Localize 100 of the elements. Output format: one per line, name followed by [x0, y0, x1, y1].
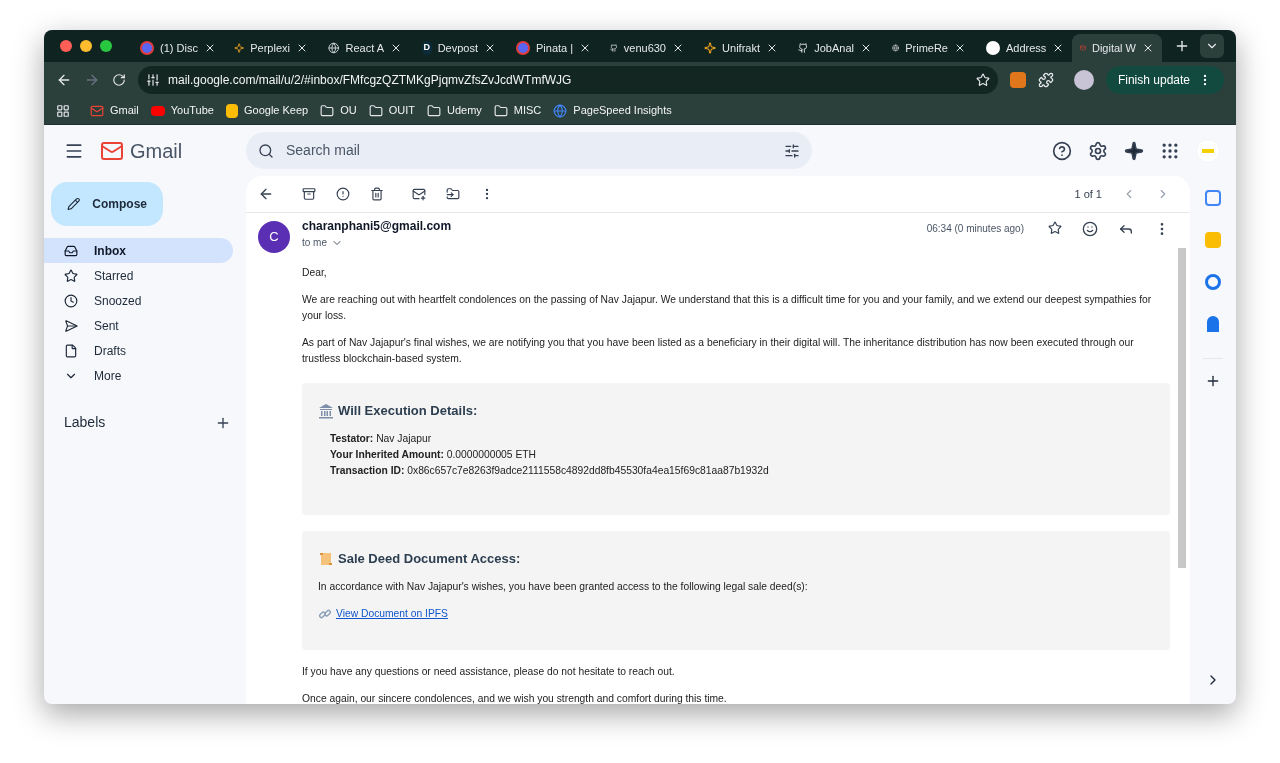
star-icon[interactable] [1048, 221, 1062, 235]
back-icon[interactable] [258, 186, 274, 202]
archive-icon[interactable] [302, 187, 316, 201]
body-paragraph: Once again, our sincere condolences, and we wish you strength and comfort during this time. [302, 692, 728, 704]
detail-line: Testator: Nav Jajapur [330, 432, 433, 446]
bookmark-link[interactable]: Udemy [426, 102, 482, 119]
mail-icon [90, 103, 104, 118]
browser-tab[interactable]: React A [320, 34, 410, 62]
sender-avatar: C [258, 221, 290, 253]
search-field[interactable]: Search mail [286, 140, 772, 161]
close-icon[interactable] [766, 42, 778, 54]
detail-line: Transaction ID: 0x86c657c7e8263f9adce2111558c4892dd8fb45530fa4ea15f69c81aa87b1932d [330, 464, 770, 478]
bookmark-link[interactable]: Gmail [90, 102, 139, 119]
star-icon [64, 268, 78, 283]
browser-tab[interactable]: venu630 [602, 34, 692, 62]
apps-grid-icon[interactable] [56, 103, 70, 118]
nav-item[interactable]: Inbox [44, 238, 233, 263]
trash-icon[interactable] [370, 187, 384, 201]
browser-tab[interactable]: Digital W [1072, 34, 1162, 62]
close-icon[interactable] [954, 42, 966, 54]
app-name: Gmail [130, 138, 183, 164]
browser-tab[interactable]: JobAnal [790, 34, 880, 62]
browser-tab[interactable]: PrimeRe [884, 34, 974, 62]
file-icon [64, 343, 78, 358]
send-icon [64, 318, 78, 333]
greeting: Dear, [302, 266, 328, 280]
browser-tab[interactable]: Pinata | [508, 34, 598, 62]
profile-avatar[interactable] [1073, 69, 1094, 90]
github-cat-icon [610, 41, 618, 55]
link-icon [318, 607, 332, 621]
browser-tab[interactable]: Perplexi [226, 34, 316, 62]
nav-item[interactable]: Starred [44, 263, 233, 288]
body-paragraph: We are reaching out with heartfelt condolences on the passing of Nav Jajapur. We understand that this is a difficult time for you and your family, and we extend our deepest sympathies for your loss. [302, 293, 1153, 323]
close-window-icon[interactable] [60, 40, 72, 52]
site-settings-icon[interactable] [146, 72, 160, 87]
emoji-icon[interactable] [1082, 221, 1098, 237]
nav-item[interactable]: Drafts [44, 338, 233, 363]
tab-list-button[interactable] [1200, 34, 1224, 58]
panel-text: In accordance with Nav Jajapur's wishes, you have been granted access to the following legal sale deed(s): [318, 580, 809, 594]
new-tab-icon[interactable] [1174, 38, 1190, 54]
search-icon [258, 142, 274, 159]
bookmark-link[interactable]: YouTube [150, 102, 214, 119]
badge-icon [516, 41, 530, 55]
bookmark-link[interactable]: PageSpeed Insights [553, 102, 672, 119]
sender-email: charanphani5@gmail.com [302, 218, 452, 235]
minimize-window-icon[interactable] [80, 40, 92, 52]
folder-icon [493, 103, 508, 118]
note-icon [225, 103, 238, 118]
panel-heading: Sale Deed Document Access: [338, 551, 521, 567]
browser-tab[interactable]: (1) Disc [132, 34, 222, 62]
detail-line: Your Inherited Amount: 0.0000000005 ETH [330, 448, 537, 462]
report-spam-icon[interactable] [336, 187, 350, 201]
close-icon[interactable] [1142, 42, 1154, 54]
nav-item[interactable]: Snoozed [44, 288, 233, 313]
document-link[interactable]: View Document on IPFS [336, 606, 448, 622]
gauge-icon [553, 103, 568, 118]
clock-icon [64, 293, 78, 308]
globe-icon [892, 41, 900, 55]
move-to-icon[interactable] [446, 187, 460, 201]
browser-tab[interactable]: Address [978, 34, 1068, 62]
search-bar[interactable]: Search mail [246, 132, 812, 169]
help-icon[interactable] [1052, 140, 1072, 161]
close-icon[interactable] [390, 42, 402, 54]
puzzle-icon[interactable] [1037, 71, 1054, 88]
browser-tab[interactable]: Unifrakt [696, 34, 786, 62]
close-icon[interactable] [484, 42, 496, 54]
update-button[interactable]: Finish update [1105, 65, 1224, 94]
nav-item[interactable]: More [44, 363, 233, 388]
favicon-letter: D [422, 41, 432, 55]
badge-icon [140, 41, 154, 55]
zoom-window-icon[interactable] [100, 40, 112, 52]
close-icon[interactable] [296, 42, 308, 54]
add-icon[interactable] [1205, 373, 1221, 389]
scrollbar-thumb[interactable] [1178, 248, 1186, 568]
sparkle-icon[interactable] [1124, 140, 1144, 161]
github-cat-icon [798, 41, 809, 55]
browser-tab[interactable]: D Devpost [414, 34, 504, 62]
recipient-menu[interactable]: to me [302, 235, 452, 250]
close-icon[interactable] [860, 42, 872, 54]
bookmark-link[interactable]: OUIT [368, 102, 415, 119]
bookmark-link[interactable]: Google Keep [225, 102, 309, 119]
reload-icon[interactable] [112, 72, 126, 87]
close-icon[interactable] [672, 42, 684, 54]
settings-icon[interactable] [1088, 140, 1108, 161]
body-paragraph: If you have any questions or need assistance, please do not hesitate to reach out. [302, 665, 676, 679]
bookmark-link[interactable]: MISC [493, 102, 542, 119]
panel-heading: Will Execution Details: [338, 403, 478, 419]
inbox-icon [64, 243, 78, 258]
folder-icon [320, 103, 335, 118]
mark-unread-icon[interactable] [412, 187, 426, 201]
bookmark-link[interactable]: OU [320, 102, 357, 119]
folder-icon [368, 103, 383, 118]
pencil-icon [67, 196, 81, 212]
address-bar[interactable]: mail.google.com/mail/u/2/#inbox/FMfcgzQZTMKgPjqmvZfsZvJcdWTmfWJG [138, 65, 998, 94]
sparkle-icon [234, 41, 245, 55]
compose-button[interactable]: Compose [51, 182, 163, 226]
globe-icon [328, 41, 340, 55]
labels-heading: Labels [64, 413, 106, 432]
nav-item[interactable]: Sent [44, 313, 233, 338]
filter-icon[interactable] [784, 142, 800, 159]
